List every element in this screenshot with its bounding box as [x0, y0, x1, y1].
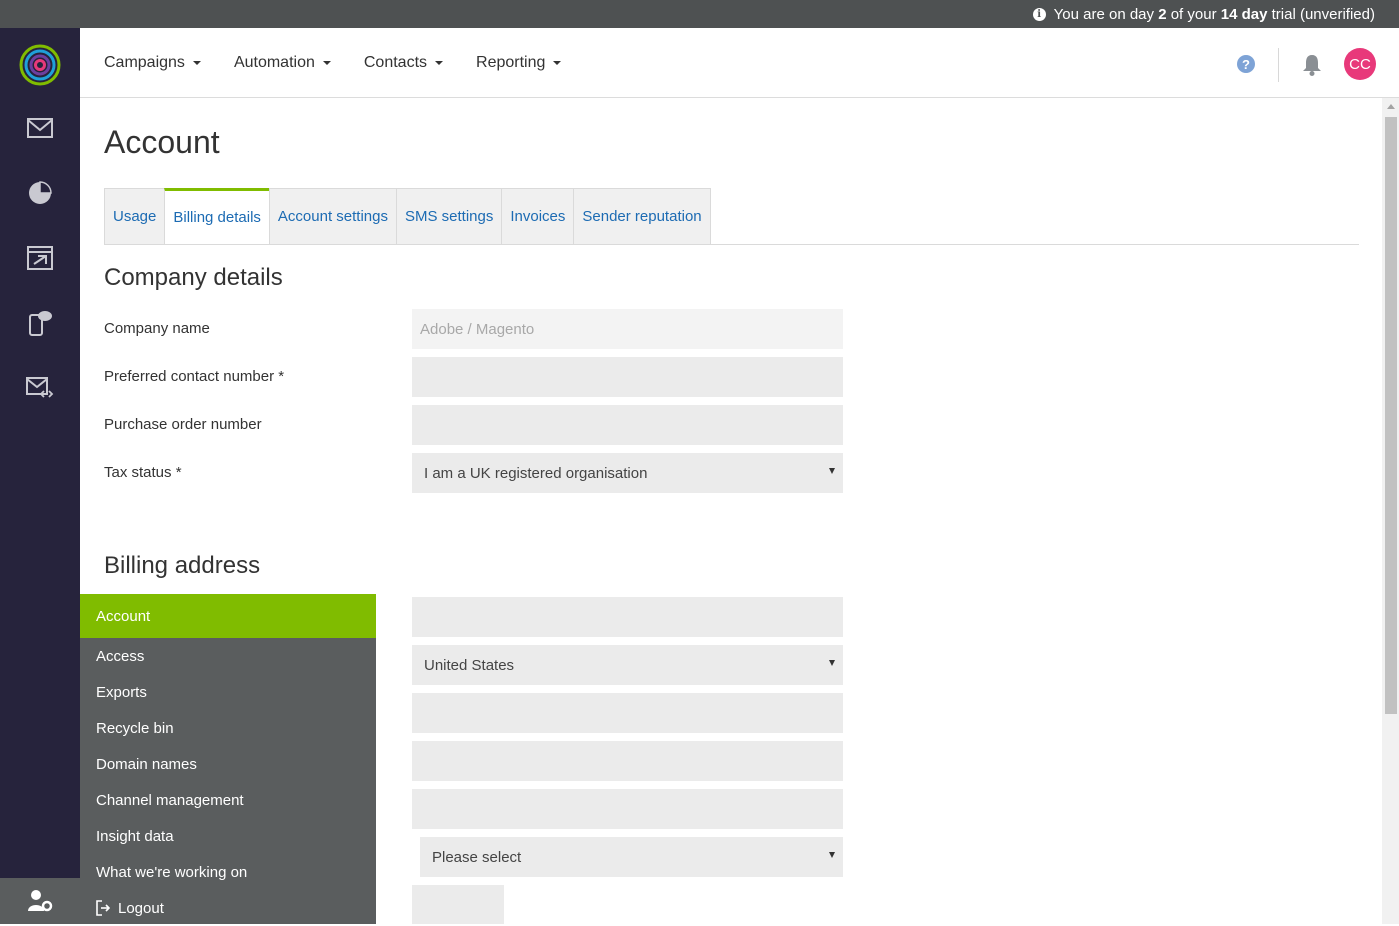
billing-address-line-field[interactable] [412, 597, 843, 637]
nav-campaigns-label: Campaigns [104, 54, 185, 71]
nav-reporting[interactable]: Reporting [476, 54, 562, 72]
state-select[interactable]: Please select [420, 837, 843, 877]
company-name-field: Adobe / Magento [412, 309, 843, 349]
trial-day: 2 [1158, 5, 1167, 23]
page-scrollbar[interactable] [1382, 98, 1399, 924]
header-divider [1278, 48, 1279, 82]
top-nav: Campaigns Automation Contacts Reporting [104, 28, 594, 98]
purchase-order-label: Purchase order number [104, 416, 262, 433]
dropdown-arrow-icon [829, 468, 835, 474]
postcode-field[interactable] [412, 885, 504, 924]
tax-status-label: Tax status * [104, 464, 182, 481]
logo-icon[interactable] [19, 44, 61, 86]
email-code-icon[interactable] [24, 372, 56, 404]
billing-address-field-4[interactable] [412, 789, 843, 829]
menu-item-insight-data[interactable]: Insight data [80, 818, 376, 854]
chevron-down-icon [192, 61, 201, 65]
avatar[interactable]: CC [1344, 48, 1376, 80]
nav-contacts[interactable]: Contacts [363, 54, 444, 72]
pie-chart-icon[interactable] [24, 177, 56, 209]
tab-usage[interactable]: Usage [104, 188, 165, 245]
menu-item-whats-new[interactable]: What we're working on [80, 854, 376, 890]
contact-number-label: Preferred contact number * [104, 368, 285, 385]
scroll-up-icon[interactable] [1387, 104, 1395, 109]
chevron-down-icon [322, 61, 331, 65]
bell-icon[interactable] [1302, 54, 1322, 76]
menu-item-logout[interactable]: Logout [80, 890, 376, 926]
tabs-divider [104, 244, 1359, 245]
mobile-sms-icon[interactable] [24, 307, 56, 339]
scroll-thumb[interactable] [1385, 117, 1397, 714]
account-settings-icon[interactable] [0, 878, 80, 924]
tax-status-value: I am a UK registered organisation [424, 464, 648, 482]
nav-contacts-label: Contacts [363, 54, 428, 71]
logout-label: Logout [118, 899, 164, 917]
menu-item-exports[interactable]: Exports [80, 674, 376, 710]
dropdown-arrow-icon [829, 852, 835, 858]
trial-suffix: trial (unverified) [1271, 5, 1375, 23]
email-icon[interactable] [24, 112, 56, 144]
trial-prefix: You are on day [1053, 5, 1155, 23]
country-select[interactable]: United States [412, 645, 843, 685]
country-value: United States [424, 656, 515, 674]
trial-banner: i You are on day 2 of your 14 day trial … [0, 0, 1399, 28]
trial-length: 14 day [1220, 5, 1268, 23]
top-header: Campaigns Automation Contacts Reporting … [80, 28, 1399, 98]
info-icon: i [1032, 7, 1046, 21]
nav-reporting-label: Reporting [476, 54, 546, 71]
program-icon[interactable] [24, 242, 56, 274]
tab-sms-settings[interactable]: SMS settings [395, 188, 502, 245]
contact-number-field[interactable] [412, 357, 843, 397]
logout-icon [96, 900, 111, 916]
trial-mid: of your [1170, 5, 1217, 23]
company-name-label: Company name [104, 320, 210, 337]
account-menu: Account Access Exports Recycle bin Domai… [80, 594, 376, 924]
page-title: Account [104, 124, 220, 160]
nav-automation[interactable]: Automation [234, 54, 331, 72]
menu-item-recycle-bin[interactable]: Recycle bin [80, 710, 376, 746]
company-details-heading: Company details [104, 264, 283, 291]
tax-status-select[interactable]: I am a UK registered organisation [412, 453, 843, 493]
tab-billing-details[interactable]: Billing details [164, 188, 269, 245]
tab-sender-reputation[interactable]: Sender reputation [573, 188, 711, 245]
help-icon[interactable]: ? [1237, 55, 1255, 73]
nav-campaigns[interactable]: Campaigns [104, 54, 201, 72]
chevron-down-icon [553, 61, 562, 65]
left-rail [0, 28, 80, 924]
menu-item-channel-management[interactable]: Channel management [80, 782, 376, 818]
chevron-down-icon [435, 61, 444, 65]
purchase-order-field[interactable] [412, 405, 843, 445]
billing-address-field-3[interactable] [412, 741, 843, 781]
menu-item-account[interactable]: Account [80, 594, 376, 638]
account-tabs: Usage Billing details Account settings S… [104, 188, 711, 245]
menu-item-access[interactable]: Access [80, 638, 376, 674]
tab-invoices[interactable]: Invoices [501, 188, 574, 245]
billing-address-field-2[interactable] [412, 693, 843, 733]
dropdown-arrow-icon [829, 660, 835, 666]
menu-item-domain-names[interactable]: Domain names [80, 746, 376, 782]
nav-automation-label: Automation [233, 54, 315, 71]
tab-account-settings[interactable]: Account settings [268, 188, 396, 245]
billing-address-heading: Billing address [104, 552, 261, 579]
state-placeholder: Please select [432, 848, 522, 866]
